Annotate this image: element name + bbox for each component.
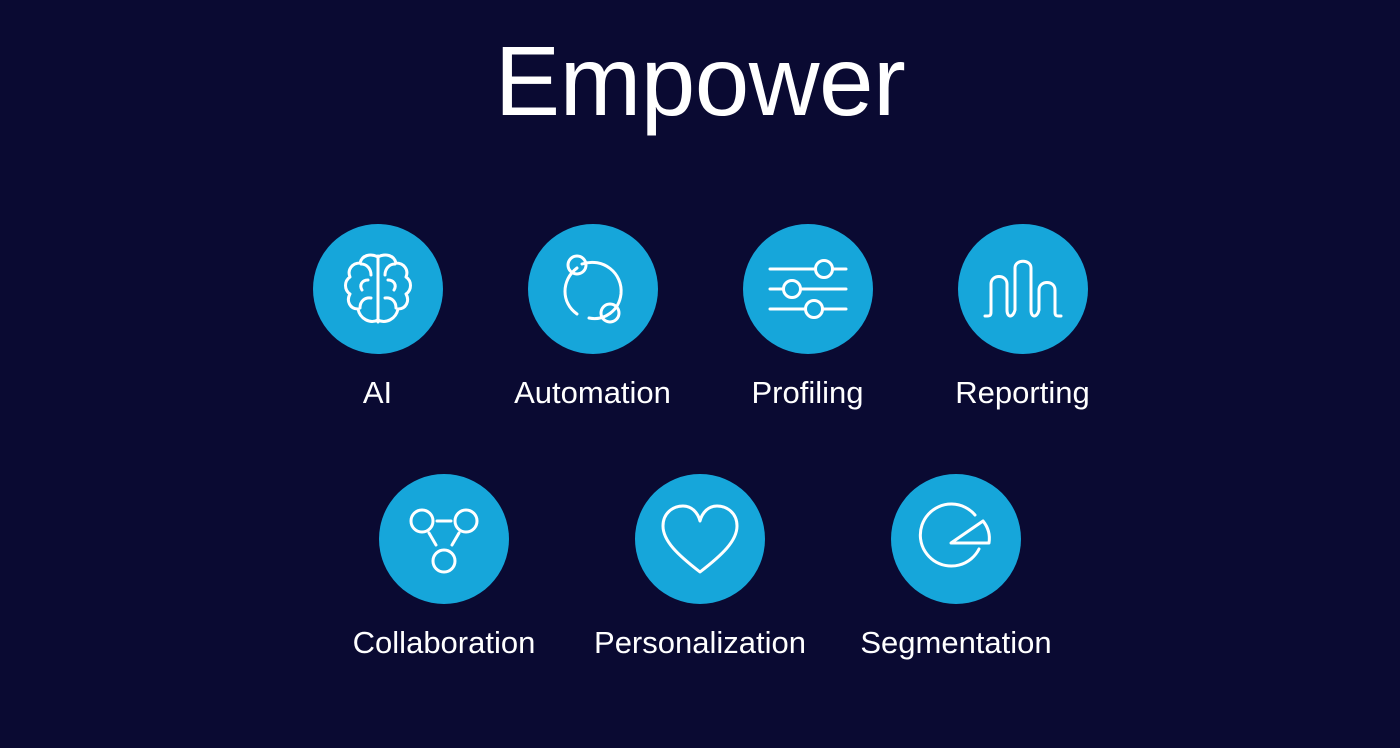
heart-icon [660,503,740,575]
feature-icon-circle-personalization[interactable] [635,474,765,604]
feature-label-automation: Automation [514,375,671,410]
page-title: Empower [494,26,906,136]
network-nodes-icon [408,503,480,575]
feature-icon-circle-segmentation[interactable] [891,474,1021,604]
feature-item-reporting[interactable]: Reporting [955,224,1090,410]
feature-icon-circle-profiling[interactable] [742,224,873,354]
feature-label-segmentation: Segmentation [860,625,1052,660]
feature-item-automation[interactable]: Automation [514,224,671,410]
feature-label-reporting: Reporting [955,375,1090,410]
feature-label-profiling: Profiling [751,375,864,410]
feature-row-top: AI Automation Profiling Reporting [0,224,1400,410]
slide-canvas: Empower AI Automation Profiling Reportin… [0,0,1400,748]
feature-row-bottom: Collaboration Personalization Segmentati… [0,474,1400,660]
feature-label-personalization: Personalization [594,625,806,660]
feature-label-collaboration: Collaboration [352,625,536,660]
feature-icon-circle-collaboration[interactable] [379,474,509,604]
feature-item-segmentation[interactable]: Segmentation [860,474,1052,660]
feature-icon-circle-reporting[interactable] [957,224,1088,354]
sliders-icon [768,259,848,319]
feature-item-collaboration[interactable]: Collaboration [353,474,535,660]
pie-chart-icon [917,501,995,577]
brain-icon [341,249,415,329]
feature-label-ai: AI [362,375,393,410]
cycle-nodes-icon [555,251,631,327]
wave-chart-icon [983,258,1063,320]
feature-icon-circle-automation[interactable] [527,224,658,354]
feature-item-ai[interactable]: AI [312,224,443,410]
feature-item-profiling[interactable]: Profiling [742,224,873,410]
feature-icon-circle-ai[interactable] [312,224,443,354]
feature-item-personalization[interactable]: Personalization [594,474,806,660]
